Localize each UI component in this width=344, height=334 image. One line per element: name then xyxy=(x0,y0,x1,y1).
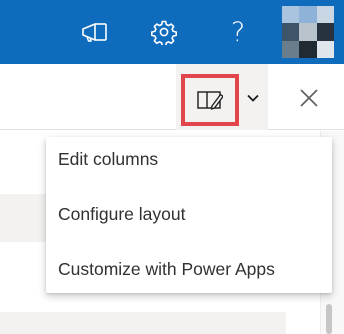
edit-view-button[interactable] xyxy=(181,74,239,126)
question-mark-icon: ? xyxy=(230,16,246,48)
chevron-down-icon xyxy=(247,94,259,102)
menu-item-edit-columns[interactable]: Edit columns xyxy=(46,137,332,181)
help-button[interactable]: ? xyxy=(210,0,266,64)
view-dropdown-button[interactable] xyxy=(241,84,265,112)
menu-item-customize-power-apps[interactable]: Customize with Power Apps xyxy=(46,247,332,291)
view-menu: Edit columns Configure layout Customize … xyxy=(46,137,332,293)
megaphone-icon xyxy=(82,23,107,42)
feedback-button[interactable] xyxy=(66,0,122,64)
edit-view-icon xyxy=(197,91,223,110)
list-row xyxy=(0,312,286,334)
close-icon xyxy=(300,89,318,107)
gear-icon xyxy=(151,20,177,45)
close-button[interactable] xyxy=(290,82,328,114)
menu-item-configure-layout[interactable]: Configure layout xyxy=(46,192,332,236)
settings-button[interactable] xyxy=(136,0,192,64)
avatar[interactable] xyxy=(282,6,334,58)
scrollbar-thumb[interactable] xyxy=(326,304,332,334)
